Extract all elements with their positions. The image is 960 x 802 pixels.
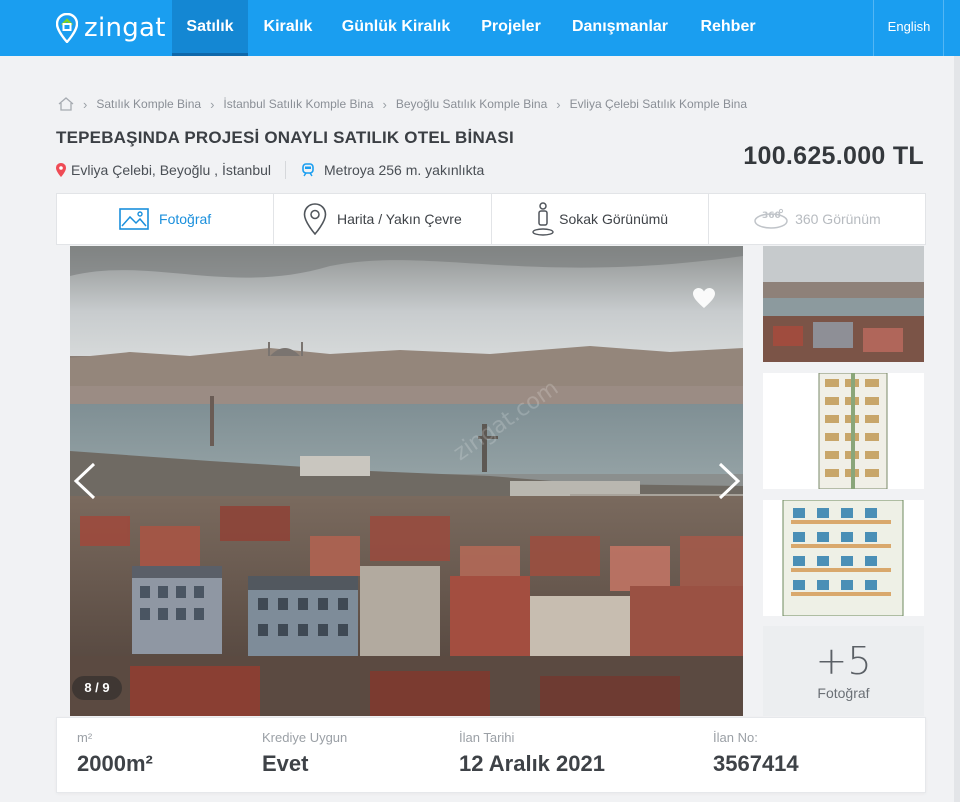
info-label: Krediye Uygun xyxy=(262,730,348,745)
street-view-icon xyxy=(531,201,555,237)
tab-360[interactable]: 360 360 Görünüm xyxy=(709,194,925,244)
nav-rehber[interactable]: Rehber xyxy=(688,0,768,56)
home-icon[interactable] xyxy=(58,97,74,111)
info-listing-no: İlan No: 3567414 xyxy=(713,730,799,777)
chevron-left-icon xyxy=(73,462,96,500)
info-label: İlan Tarihi xyxy=(459,730,515,745)
chevron-right-icon: › xyxy=(83,96,88,112)
more-photos-count: +5 xyxy=(815,639,872,683)
map-marker-icon xyxy=(56,163,66,177)
photo-icon xyxy=(119,208,149,230)
thumbnail[interactable] xyxy=(763,246,924,362)
listing-location[interactable]: Evliya Çelebi, Beyoğlu , İstanbul xyxy=(71,162,271,178)
location-pin-logo-icon xyxy=(55,12,79,44)
chevron-right-icon: › xyxy=(556,96,561,112)
heart-icon xyxy=(693,288,715,308)
favorite-button[interactable] xyxy=(692,287,716,314)
transit-distance: Metroya 256 m. yakınlıkta xyxy=(324,162,485,178)
nav-danismanlar[interactable]: Danışmanlar xyxy=(560,0,680,56)
previous-photo-button[interactable] xyxy=(72,462,98,505)
info-value: Evet xyxy=(262,751,309,776)
info-value: 3567414 xyxy=(713,751,799,776)
chevron-right-icon: › xyxy=(210,96,215,112)
next-photo-button[interactable] xyxy=(716,462,742,505)
page-edge xyxy=(954,56,960,802)
metro-icon xyxy=(300,163,316,177)
svg-text:360: 360 xyxy=(762,211,781,221)
tab-street-view[interactable]: Sokak Görünümü xyxy=(492,194,709,244)
breadcrumb: › Satılık Komple Bina › İstanbul Satılık… xyxy=(58,95,747,113)
info-credit: Krediye Uygun Evet xyxy=(262,730,347,777)
nav-divider xyxy=(943,0,944,56)
info-label: m² xyxy=(77,730,93,745)
thumbnail[interactable] xyxy=(763,373,924,489)
tab-label: 360 Görünüm xyxy=(795,211,881,227)
360-view-icon: 360 xyxy=(753,208,789,230)
nav-gunluk-kiralik[interactable]: Günlük Kiralık xyxy=(330,0,462,56)
language-switch[interactable]: English xyxy=(874,0,944,56)
more-photos-label: Fotoğraf xyxy=(817,685,870,701)
map-pin-icon xyxy=(303,203,327,235)
media-tabs: Fotoğraf Harita / Yakın Çevre Sokak Görü… xyxy=(56,193,926,245)
top-navbar: zingat Satılık Kiralık Günlük Kiralık Pr… xyxy=(0,0,960,56)
chevron-right-icon: › xyxy=(382,96,387,112)
listing-summary: m² 2000m² Krediye Uygun Evet İlan Tarihi… xyxy=(56,717,926,793)
photo-counter: 8 / 9 xyxy=(72,676,122,700)
location-row: Evliya Çelebi, Beyoğlu , İstanbul Metroy… xyxy=(56,160,484,180)
info-value: 2000m² xyxy=(77,751,153,776)
nav-projeler[interactable]: Projeler xyxy=(468,0,554,56)
nav-kiralik[interactable]: Kiralık xyxy=(252,0,324,56)
logo-text: zingat xyxy=(84,13,166,43)
tab-map[interactable]: Harita / Yakın Çevre xyxy=(274,194,492,244)
info-value: 12 Aralık 2021 xyxy=(459,751,605,776)
info-label: İlan No: xyxy=(713,730,758,745)
listing-price: 100.625.000 TL xyxy=(743,142,924,170)
chevron-right-icon xyxy=(718,462,741,500)
listing-title: TEPEBAŞINDA PROJESİ ONAYLI SATILIK OTEL … xyxy=(56,128,514,147)
nav-satilik[interactable]: Satılık xyxy=(172,0,248,56)
thumbnail[interactable] xyxy=(763,500,924,616)
breadcrumb-link[interactable]: Evliya Çelebi Satılık Komple Bina xyxy=(570,97,747,111)
info-area: m² 2000m² xyxy=(77,730,153,777)
breadcrumb-link[interactable]: Beyoğlu Satılık Komple Bina xyxy=(396,97,547,111)
main-photo[interactable]: zingat.com xyxy=(70,246,743,716)
breadcrumb-link[interactable]: Satılık Komple Bina xyxy=(96,97,201,111)
tab-photo[interactable]: Fotoğraf xyxy=(57,194,275,244)
zingat-logo[interactable]: zingat xyxy=(55,10,166,46)
tab-label: Fotoğraf xyxy=(159,211,212,227)
tab-label: Sokak Görünümü xyxy=(559,211,669,227)
info-date: İlan Tarihi 12 Aralık 2021 xyxy=(459,730,605,777)
divider xyxy=(285,161,286,179)
tab-label: Harita / Yakın Çevre xyxy=(336,211,462,227)
breadcrumb-link[interactable]: İstanbul Satılık Komple Bina xyxy=(223,97,373,111)
more-photos-button[interactable]: +5 Fotoğraf xyxy=(763,626,924,716)
